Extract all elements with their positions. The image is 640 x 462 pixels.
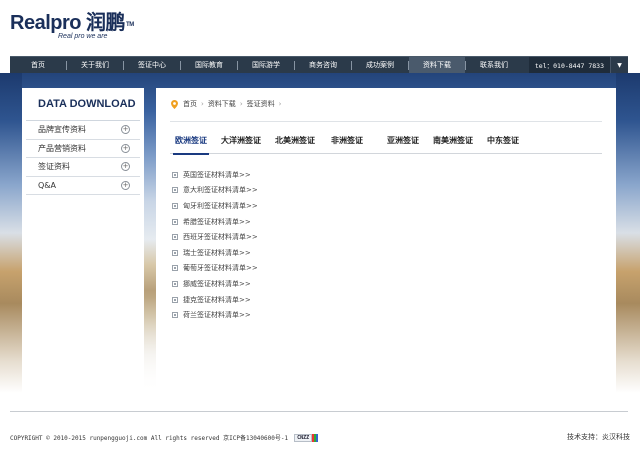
document-link[interactable]: 捷克签证材料清单>> (172, 292, 472, 308)
logo-tagline: Real pro we are (58, 33, 108, 40)
document-label: 希腊签证材料清单>> (183, 217, 251, 226)
background-scene-left (0, 73, 22, 393)
document-label: 捷克签证材料清单>> (183, 295, 251, 304)
footer-copyright: COPYRIGHT © 2010-2015 runpengguoji.com A… (10, 433, 324, 442)
document-link[interactable]: 荷兰签证材料清单>> (172, 307, 472, 323)
document-link[interactable]: 希腊签证材料清单>> (172, 214, 472, 230)
region-tabs: 欧洲签证 大洋洲签证 北美洲签证 非洲签证 亚洲签证 南美洲签证 中东签证 (170, 128, 602, 155)
tab-region[interactable]: 欧洲签证 (170, 128, 212, 155)
document-icon (172, 296, 178, 303)
sidebar-list: 品牌宣传资料 + 产品营销资料 + 签证资料 + Q&A + (26, 120, 140, 195)
footer-support[interactable]: 技术支持：炎汉科技 (567, 432, 630, 442)
plus-circle-icon: + (121, 125, 130, 135)
main-content: 首页 › 资料下载 › 签证资料 › 欧洲签证 大洋洲签证 北美洲签证 非洲签证 亚洲签证 南美洲签… (156, 88, 616, 388)
document-icon (172, 249, 178, 256)
document-label: 瑞士签证材料清单>> (183, 248, 251, 257)
document-list: 英国签证材料清单>> 意大利签证材料清单>> 匈牙利签证材料清单>> 希腊签证材料清单… (172, 167, 472, 323)
breadcrumb-divider (170, 121, 602, 122)
nav-cases[interactable]: 成功案例 (352, 57, 408, 74)
document-icon (172, 234, 178, 241)
document-icon (172, 171, 178, 178)
document-icon (172, 218, 178, 225)
document-label: 葡萄牙签证材料清单>> (183, 264, 258, 273)
logo[interactable]: Realpro 润鹏TM Real pro we are (10, 12, 134, 40)
document-link[interactable]: 匈牙利签证材料清单>> (172, 198, 472, 214)
page: Realpro 润鹏TM Real pro we are 首页 关于我们 签证中心国… (0, 0, 640, 462)
document-icon (172, 202, 178, 209)
document-link[interactable]: 葡萄牙签证材料清单>> (172, 261, 472, 277)
sidebar-item[interactable]: 签证资料 + (26, 158, 140, 177)
document-icon (172, 187, 178, 194)
plus-circle-icon: + (121, 162, 130, 172)
location-pin-icon (171, 99, 178, 109)
sidebar: DATA DOWNLOAD 品牌宣传资料 + 产品营销资料 + 签证资料 + Q&A + (22, 88, 144, 388)
document-link[interactable]: 英国签证材料清单>> (172, 167, 472, 183)
document-label: 挪威签证材料清单>> (183, 279, 251, 288)
caret-down-icon[interactable]: ▼ (610, 56, 628, 74)
cnzz-badge[interactable]: CNZZ (294, 433, 324, 442)
document-link[interactable]: 意大利签证材料清单>> (172, 183, 472, 199)
breadcrumb: 首页 › 资料下载 › 签证资料 › (171, 99, 285, 109)
document-link[interactable]: 西班牙签证材料清单>> (172, 229, 472, 245)
nav-phone: tel：010-8447 7833 (528, 56, 610, 74)
tab-region[interactable]: 北美洲签证 (270, 128, 320, 154)
cnzz-label: CNZZ (294, 433, 313, 442)
nav-visa-center[interactable]: 签证中心 (124, 57, 180, 74)
tab-region[interactable]: 中东签证 (482, 128, 524, 154)
tab-region[interactable]: 南美洲签证 (428, 128, 478, 154)
nav-study-tour[interactable]: 国际游学 (238, 57, 294, 74)
nav-home[interactable]: 首页 (10, 57, 66, 74)
sidebar-item[interactable]: 品牌宣传资料 + (26, 121, 140, 140)
header: Realpro 润鹏TM Real pro we are (0, 0, 640, 56)
nav-education[interactable]: 国际教育 (181, 57, 237, 74)
document-label: 西班牙签证材料清单>> (183, 233, 258, 242)
logo-brand: Realpro 润鹏TM (10, 12, 134, 34)
chevron-right-icon: › (278, 100, 282, 108)
document-link[interactable]: 瑞士签证材料清单>> (172, 245, 472, 261)
document-icon (172, 280, 178, 287)
breadcrumb-item[interactable]: 资料下载 (208, 99, 236, 109)
trademark: TM (126, 22, 134, 28)
chevron-right-icon: › (201, 100, 204, 108)
sidebar-title: DATA DOWNLOAD (38, 98, 136, 110)
chevron-right-icon: › (239, 100, 243, 108)
sidebar-item-label: 品牌宣传资料 (38, 125, 86, 135)
plus-circle-icon: + (121, 143, 130, 153)
sidebar-item[interactable]: 产品营销资料 + (26, 140, 140, 158)
document-label: 匈牙利签证材料清单>> (183, 201, 258, 210)
breadcrumb-item[interactable]: 签证资料 (247, 99, 275, 109)
breadcrumb-item[interactable]: 首页 (183, 99, 197, 109)
nav-contact[interactable]: 联系我们 (466, 57, 522, 74)
sidebar-item[interactable]: Q&A + (26, 177, 140, 195)
copyright-text: COPYRIGHT © 2010-2015 runpengguoji.com A… (10, 435, 289, 442)
cnzz-color-icon (312, 433, 319, 442)
background-scene-right (616, 73, 640, 393)
sidebar-item-label: 产品营销资料 (38, 143, 86, 153)
sidebar-item-label: 签证资料 (38, 162, 70, 172)
main-nav: 首页 关于我们 签证中心 国际教育 国际游学 商务咨询 成功案例 资料下载 联系我们 tel：01… (10, 56, 628, 74)
footer-divider (10, 411, 628, 412)
nav-business[interactable]: 商务咨询 (295, 57, 351, 74)
document-label: 荷兰签证材料清单>> (183, 311, 251, 320)
document-label: 意大利签证材料清单>> (183, 186, 258, 195)
tab-region[interactable]: 大洋洲签证 (216, 128, 266, 154)
plus-circle-icon: + (121, 180, 130, 190)
document-icon (172, 265, 178, 272)
document-icon (172, 312, 178, 319)
nav-about[interactable]: 关于我们 (67, 57, 123, 74)
document-label: 英国签证材料清单>> (183, 170, 251, 179)
sidebar-item-label: Q&A (38, 180, 57, 190)
document-link[interactable]: 挪威签证材料清单>> (172, 276, 472, 292)
tab-region[interactable]: 亚洲签证 (382, 128, 424, 154)
tab-region[interactable]: 非洲签证 (326, 128, 368, 154)
nav-download[interactable]: 资料下载 (409, 56, 465, 74)
